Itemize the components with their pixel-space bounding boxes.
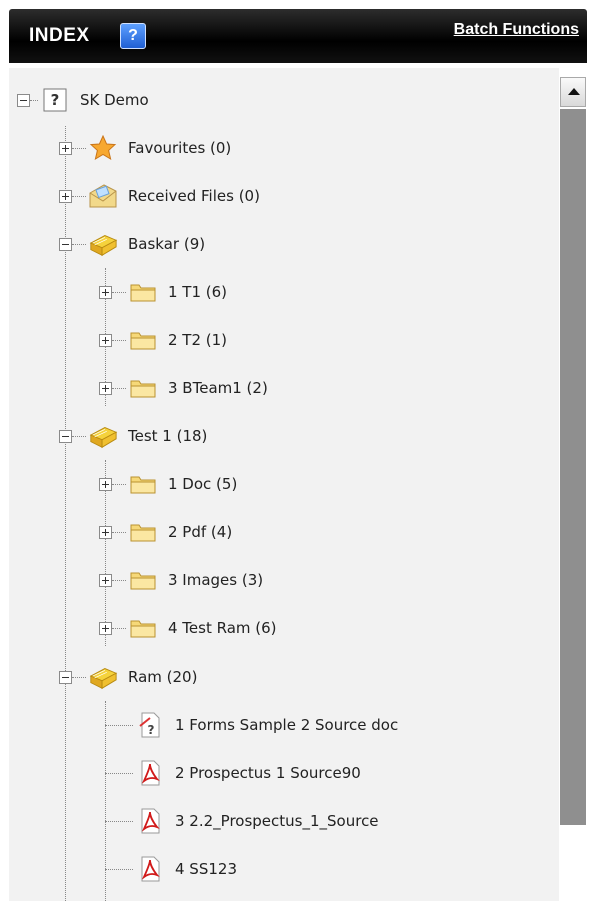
cabinet-icon xyxy=(88,231,118,257)
scroll-up-arrow-icon[interactable] xyxy=(560,77,586,107)
tree-label: Baskar (9) xyxy=(128,235,206,253)
svg-text:?: ? xyxy=(148,723,155,737)
vertical-scrollbar[interactable] xyxy=(559,77,587,901)
pdf-file-icon xyxy=(135,808,165,834)
batch-functions-link[interactable]: Batch Functions xyxy=(454,21,579,39)
folder-icon xyxy=(128,327,158,353)
expand-toggle[interactable] xyxy=(99,381,112,395)
cabinet-icon xyxy=(88,423,118,449)
help-button[interactable]: ? xyxy=(120,23,146,49)
expand-toggle[interactable] xyxy=(99,333,112,347)
expand-toggle[interactable] xyxy=(59,141,72,155)
tree-node-document[interactable]: 3 2.2_Prospectus_1_Source xyxy=(105,807,379,835)
tree-node-document[interactable]: ? 1 Forms Sample 2 Source doc xyxy=(105,711,398,739)
collapse-toggle[interactable] xyxy=(17,93,30,107)
tree-label: 1 Doc (5) xyxy=(168,475,238,493)
tree-node-folder[interactable]: 2 T2 (1) xyxy=(99,326,227,354)
tree-label: 2 Pdf (4) xyxy=(168,523,233,541)
tree-node-folder[interactable]: 3 Images (3) xyxy=(99,566,263,594)
expand-toggle[interactable] xyxy=(59,189,72,203)
tree-panel: ? SK Demo Favourites (0) Received Files … xyxy=(9,68,559,901)
panel-title: INDEX xyxy=(29,25,90,46)
tree-node-favourites[interactable]: Favourites (0) xyxy=(59,134,231,162)
folder-icon xyxy=(128,615,158,641)
tree-label: 1 Forms Sample 2 Source doc xyxy=(175,716,399,734)
svg-text:?: ? xyxy=(51,91,60,109)
tree-label: 4 SS123 xyxy=(175,860,237,878)
index-header: INDEX ? Batch Functions xyxy=(9,9,587,63)
tree-node-document[interactable]: 2 Prospectus 1 Source90 xyxy=(105,759,361,787)
tree-node-folder[interactable]: 4 Test Ram (6) xyxy=(99,614,277,642)
expand-toggle[interactable] xyxy=(99,621,112,635)
folder-icon xyxy=(128,519,158,545)
pdf-file-icon xyxy=(135,856,165,882)
expand-toggle[interactable] xyxy=(99,525,112,539)
tree-node-folder[interactable]: 2 Pdf (4) xyxy=(99,518,232,546)
unknown-document-icon: ? xyxy=(135,712,165,738)
folder-icon xyxy=(128,279,158,305)
tree-node-document[interactable]: 4 SS123 xyxy=(105,855,237,883)
tree-label: 2 T2 (1) xyxy=(168,331,228,349)
collapse-toggle[interactable] xyxy=(59,429,72,443)
tree-node-root[interactable]: ? SK Demo xyxy=(17,86,149,114)
folder-icon xyxy=(128,567,158,593)
star-icon xyxy=(88,135,118,161)
cabinet-icon xyxy=(88,664,118,690)
tree-node-folder[interactable]: 1 T1 (6) xyxy=(99,278,227,306)
tree-label: 2 Prospectus 1 Source90 xyxy=(175,764,361,782)
tree-label: Ram (20) xyxy=(128,668,198,686)
tree-label: SK Demo xyxy=(80,91,149,109)
tree-node-test-1[interactable]: Test 1 (18) xyxy=(59,422,207,450)
tree-node-received-files[interactable]: Received Files (0) xyxy=(59,182,260,210)
tree-label: 3 2.2_Prospectus_1_Source xyxy=(175,812,379,830)
tree-node-folder[interactable]: 3 BTeam1 (2) xyxy=(99,374,268,402)
tree-label: 3 BTeam1 (2) xyxy=(168,379,268,397)
scroll-thumb[interactable] xyxy=(560,109,586,825)
tree-label: Favourites (0) xyxy=(128,139,232,157)
tree-label: 1 T1 (6) xyxy=(168,283,228,301)
expand-toggle[interactable] xyxy=(99,285,112,299)
tree-label: 4 Test Ram (6) xyxy=(168,619,277,637)
tree-label: Received Files (0) xyxy=(128,187,260,205)
tree-node-ram[interactable]: Ram (20) xyxy=(59,663,197,691)
tree-label: 3 Images (3) xyxy=(168,571,264,589)
folder-icon xyxy=(128,471,158,497)
collapse-toggle[interactable] xyxy=(59,670,72,684)
collapse-toggle[interactable] xyxy=(59,237,72,251)
inbox-envelope-icon xyxy=(88,183,118,209)
folder-icon xyxy=(128,375,158,401)
pdf-file-icon xyxy=(135,760,165,786)
expand-toggle[interactable] xyxy=(99,477,112,491)
expand-toggle[interactable] xyxy=(99,573,112,587)
tree-label: Test 1 (18) xyxy=(128,427,208,445)
tree-node-baskar[interactable]: Baskar (9) xyxy=(59,230,205,258)
unknown-file-icon: ? xyxy=(40,87,70,113)
tree-node-folder[interactable]: 1 Doc (5) xyxy=(99,470,237,498)
